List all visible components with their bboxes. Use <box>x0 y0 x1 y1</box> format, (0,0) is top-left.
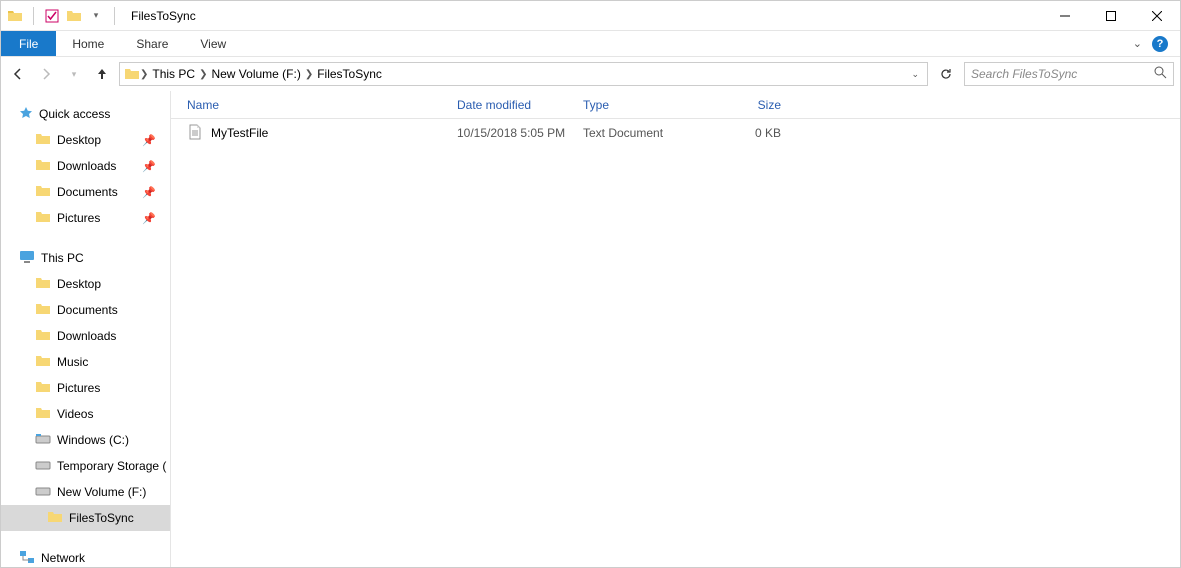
tree-qa-downloads[interactable]: Downloads 📌 <box>1 153 170 179</box>
folder-icon <box>35 209 51 228</box>
tree-pc-desktop[interactable]: Desktop <box>1 271 170 297</box>
tree-label: Pictures <box>57 211 100 225</box>
pin-icon: 📌 <box>142 160 156 173</box>
tree-label: Videos <box>57 407 93 421</box>
help-icon[interactable]: ? <box>1152 36 1168 52</box>
pc-icon <box>19 250 35 267</box>
tree-pc-drive-temp[interactable]: Temporary Storage ( <box>1 453 170 479</box>
search-box[interactable] <box>964 62 1174 86</box>
ribbon-collapse-icon[interactable]: ⌄ <box>1133 37 1142 50</box>
file-name: MyTestFile <box>211 126 268 140</box>
folder-icon <box>35 353 51 372</box>
folder-icon <box>35 327 51 346</box>
close-button[interactable] <box>1134 1 1180 31</box>
column-header-name[interactable]: Name <box>187 98 457 112</box>
tree-pc-downloads[interactable]: Downloads <box>1 323 170 349</box>
back-button[interactable] <box>7 63 29 85</box>
breadcrumb-volume[interactable]: New Volume (F:) <box>207 67 304 81</box>
forward-button[interactable] <box>35 63 57 85</box>
file-tab[interactable]: File <box>1 31 56 56</box>
separator <box>33 7 34 25</box>
window-title: FilesToSync <box>131 9 196 23</box>
tree-pc-drive-f[interactable]: New Volume (F:) <box>1 479 170 505</box>
search-icon[interactable] <box>1154 66 1167 82</box>
tree-pc-documents[interactable]: Documents <box>1 297 170 323</box>
search-input[interactable] <box>971 67 1154 81</box>
tree-qa-documents[interactable]: Documents 📌 <box>1 179 170 205</box>
minimize-button[interactable] <box>1042 1 1088 31</box>
folder-icon <box>35 405 51 424</box>
tree-network[interactable]: Network <box>1 545 170 567</box>
refresh-button[interactable] <box>934 62 958 86</box>
up-button[interactable] <box>91 63 113 85</box>
drive-icon <box>35 433 51 448</box>
tree-label: Documents <box>57 303 118 317</box>
tree-label: This PC <box>41 251 84 265</box>
folder-icon <box>7 8 23 24</box>
pin-icon: 📌 <box>142 212 156 225</box>
separator <box>114 7 115 25</box>
tree-label: Pictures <box>57 381 100 395</box>
qat-dropdown-icon[interactable]: ▾ <box>88 8 104 24</box>
address-bar[interactable]: ❯ This PC ❯ New Volume (F:) ❯ FilesToSyn… <box>119 62 928 86</box>
tree-label: FilesToSync <box>69 511 134 525</box>
pin-icon: 📌 <box>142 186 156 199</box>
pin-icon: 📌 <box>142 134 156 147</box>
file-size: 0 KB <box>711 126 781 140</box>
chevron-right-icon[interactable]: ❯ <box>199 68 207 80</box>
folder-icon <box>35 183 51 202</box>
navigation-tree: Quick access Desktop 📌 Downloads 📌 Documen… <box>1 91 171 567</box>
tree-pc-videos[interactable]: Videos <box>1 401 170 427</box>
tree-pc-music[interactable]: Music <box>1 349 170 375</box>
tab-view[interactable]: View <box>184 31 242 56</box>
tree-label: Desktop <box>57 133 101 147</box>
network-icon <box>19 550 35 567</box>
tree-label: Downloads <box>57 159 116 173</box>
tree-label: New Volume (F:) <box>57 485 146 499</box>
folder-icon <box>47 509 63 528</box>
tree-label: Windows (C:) <box>57 433 129 447</box>
tree-label: Quick access <box>39 107 110 121</box>
drive-icon <box>35 485 51 500</box>
column-header-type[interactable]: Type <box>583 98 711 112</box>
file-row[interactable]: MyTestFile 10/15/2018 5:05 PM Text Docum… <box>171 119 1180 147</box>
tree-qa-pictures[interactable]: Pictures 📌 <box>1 205 170 231</box>
folder-icon <box>35 275 51 294</box>
breadcrumb-this-pc[interactable]: This PC <box>148 67 199 81</box>
text-file-icon <box>187 124 203 143</box>
recent-dropdown[interactable]: ▾ <box>63 63 85 85</box>
breadcrumb-folder[interactable]: FilesToSync <box>313 67 386 81</box>
tree-pc-drive-c[interactable]: Windows (C:) <box>1 427 170 453</box>
tab-home[interactable]: Home <box>56 31 120 56</box>
address-dropdown-icon[interactable]: ⌄ <box>907 69 923 80</box>
folder-icon <box>124 66 140 82</box>
folder-icon <box>35 379 51 398</box>
folder-icon <box>35 131 51 150</box>
file-date: 10/15/2018 5:05 PM <box>457 126 583 140</box>
folder-icon <box>35 157 51 176</box>
folder-open-icon[interactable] <box>66 8 82 24</box>
tree-label: Network <box>41 551 85 565</box>
tree-this-pc[interactable]: This PC <box>1 245 170 271</box>
chevron-right-icon[interactable]: ❯ <box>140 68 148 80</box>
tree-label: Documents <box>57 185 118 199</box>
tree-pc-pictures[interactable]: Pictures <box>1 375 170 401</box>
properties-icon[interactable] <box>44 8 60 24</box>
tree-label: Music <box>57 355 88 369</box>
tree-label: Temporary Storage ( <box>57 459 166 473</box>
star-icon <box>19 106 33 123</box>
tree-quick-access[interactable]: Quick access <box>1 101 170 127</box>
tree-label: Downloads <box>57 329 116 343</box>
tree-qa-desktop[interactable]: Desktop 📌 <box>1 127 170 153</box>
tree-filestosync[interactable]: FilesToSync <box>1 505 170 531</box>
file-type: Text Document <box>583 126 711 140</box>
column-header-size[interactable]: Size <box>711 98 781 112</box>
chevron-right-icon[interactable]: ❯ <box>305 68 313 80</box>
maximize-button[interactable] <box>1088 1 1134 31</box>
drive-icon <box>35 459 51 474</box>
tab-share[interactable]: Share <box>120 31 184 56</box>
column-header-date[interactable]: Date modified <box>457 98 583 112</box>
tree-label: Desktop <box>57 277 101 291</box>
folder-icon <box>35 301 51 320</box>
